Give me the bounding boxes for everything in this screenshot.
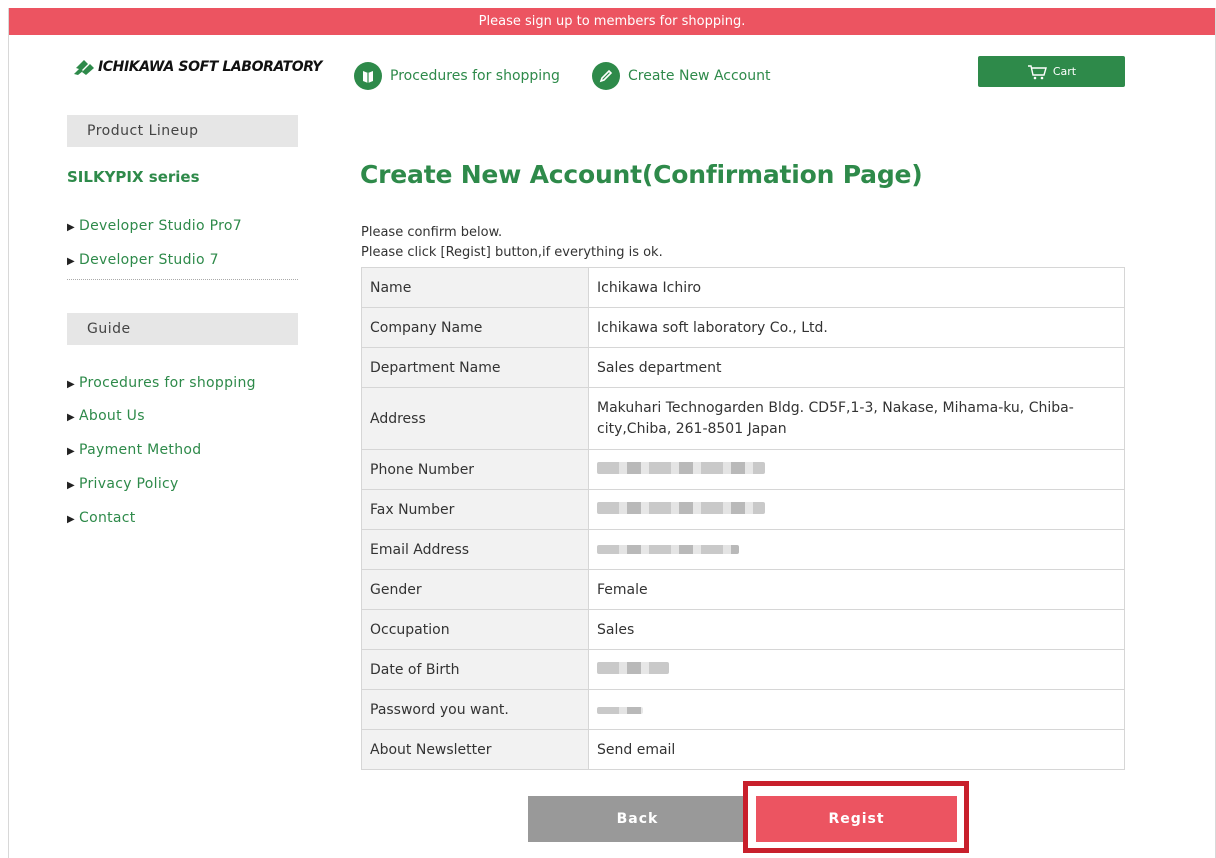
intro-line-2: Please click [Regist] button,if everythi… bbox=[361, 245, 663, 260]
back-button[interactable]: Back bbox=[528, 796, 747, 842]
product-lineup-heading[interactable]: Product Lineup bbox=[67, 115, 298, 147]
sidebar-item-privacy[interactable]: ▶ Privacy Policy bbox=[67, 476, 179, 492]
row-label: About Newsletter bbox=[361, 729, 589, 770]
sidebar-item-label: Procedures for shopping bbox=[79, 375, 256, 391]
sidebar-item-label: Payment Method bbox=[79, 442, 202, 458]
logo-text: ICHIKAWA SOFT LABORATORY bbox=[98, 59, 323, 75]
table-row: Phone Number bbox=[361, 449, 1125, 490]
row-label: Email Address bbox=[361, 529, 589, 570]
row-label: Date of Birth bbox=[361, 649, 589, 690]
nav-procedures[interactable]: Procedures for shopping bbox=[354, 62, 560, 90]
cart-button[interactable]: Cart bbox=[978, 56, 1125, 87]
triangle-right-icon: ▶ bbox=[67, 412, 75, 423]
intro-line-1: Please confirm below. bbox=[361, 225, 503, 240]
sidebar-item-label: Developer Studio 7 bbox=[79, 252, 219, 268]
redacted-value bbox=[597, 661, 669, 674]
table-row: Department Name Sales department bbox=[361, 347, 1125, 388]
table-row: Email Address bbox=[361, 529, 1125, 570]
row-label: Password you want. bbox=[361, 689, 589, 730]
sidebar-item-procedures[interactable]: ▶ Procedures for shopping bbox=[67, 375, 256, 391]
sidebar-item-label: Privacy Policy bbox=[79, 476, 179, 492]
table-row: Name Ichikawa Ichiro bbox=[361, 267, 1125, 308]
sidebar-divider bbox=[67, 279, 298, 280]
pencil-icon bbox=[592, 62, 620, 90]
page-title: Create New Account(Confirmation Page) bbox=[360, 160, 923, 189]
triangle-right-icon: ▶ bbox=[67, 480, 75, 491]
row-label: Department Name bbox=[361, 347, 589, 388]
row-label: Gender bbox=[361, 569, 589, 610]
guide-heading[interactable]: Guide bbox=[67, 313, 298, 345]
logo-mark-icon bbox=[74, 60, 94, 75]
redacted-value bbox=[597, 706, 643, 714]
row-value: Ichikawa soft laboratory Co., Ltd. bbox=[588, 307, 1125, 348]
sidebar-item-contact[interactable]: ▶ Contact bbox=[67, 510, 136, 526]
row-value: Send email bbox=[588, 729, 1125, 770]
sidebar-item-label: Contact bbox=[79, 510, 136, 526]
redacted-value bbox=[597, 544, 739, 554]
row-value bbox=[588, 529, 1125, 570]
series-title: SILKYPIX series bbox=[67, 168, 200, 186]
table-row: Company Name Ichikawa soft laboratory Co.… bbox=[361, 307, 1125, 348]
redacted-value bbox=[597, 461, 765, 474]
nav-create-account-label: Create New Account bbox=[628, 68, 771, 84]
sidebar-item-pro7[interactable]: ▶ Developer Studio Pro7 bbox=[67, 218, 242, 234]
triangle-right-icon: ▶ bbox=[67, 222, 75, 233]
row-value: Female bbox=[588, 569, 1125, 610]
confirmation-table: Name Ichikawa Ichiro Company Name Ichikawa… bbox=[361, 267, 1125, 770]
table-row: Password you want. bbox=[361, 689, 1125, 730]
row-value: Sales bbox=[588, 609, 1125, 650]
sidebar-item-studio7[interactable]: ▶ Developer Studio 7 bbox=[67, 252, 219, 268]
intro-text: Please confirm below. Please click [Regi… bbox=[361, 223, 663, 263]
nav-procedures-label: Procedures for shopping bbox=[390, 68, 560, 84]
triangle-right-icon: ▶ bbox=[67, 379, 75, 390]
triangle-right-icon: ▶ bbox=[67, 446, 75, 457]
sidebar-item-label: About Us bbox=[79, 408, 145, 424]
row-label: Occupation bbox=[361, 609, 589, 650]
regist-button[interactable]: Regist bbox=[756, 796, 957, 842]
row-value: Sales department bbox=[588, 347, 1125, 388]
table-row: Occupation Sales bbox=[361, 609, 1125, 650]
row-label: Fax Number bbox=[361, 489, 589, 530]
signup-banner: Please sign up to members for shopping. bbox=[9, 8, 1215, 35]
sidebar-item-payment[interactable]: ▶ Payment Method bbox=[67, 442, 201, 458]
row-value bbox=[588, 689, 1125, 730]
redacted-value bbox=[597, 501, 765, 514]
sidebar-item-label: Developer Studio Pro7 bbox=[79, 218, 242, 234]
row-label: Address bbox=[361, 387, 589, 450]
row-value: Makuhari Technogarden Bldg. CD5F,1-3, Na… bbox=[588, 387, 1125, 450]
cart-label: Cart bbox=[1052, 65, 1077, 78]
nav-create-account[interactable]: Create New Account bbox=[592, 62, 770, 90]
table-row: Fax Number bbox=[361, 489, 1125, 530]
cart-icon bbox=[1027, 64, 1047, 79]
book-icon bbox=[354, 62, 382, 90]
triangle-right-icon: ▶ bbox=[67, 514, 75, 525]
table-row: Date of Birth bbox=[361, 649, 1125, 690]
row-label: Company Name bbox=[361, 307, 589, 348]
row-value bbox=[588, 489, 1125, 530]
row-label: Name bbox=[361, 267, 589, 308]
sidebar-item-about[interactable]: ▶ About Us bbox=[67, 408, 145, 424]
table-row: About Newsletter Send email bbox=[361, 729, 1125, 770]
row-value bbox=[588, 649, 1125, 690]
row-label: Phone Number bbox=[361, 449, 589, 490]
table-row: Gender Female bbox=[361, 569, 1125, 610]
row-value: Ichikawa Ichiro bbox=[588, 267, 1125, 308]
site-logo[interactable]: ICHIKAWA SOFT LABORATORY bbox=[74, 58, 322, 76]
triangle-right-icon: ▶ bbox=[67, 256, 75, 267]
table-row: Address Makuhari Technogarden Bldg. CD5F,… bbox=[361, 387, 1125, 450]
row-value bbox=[588, 449, 1125, 490]
